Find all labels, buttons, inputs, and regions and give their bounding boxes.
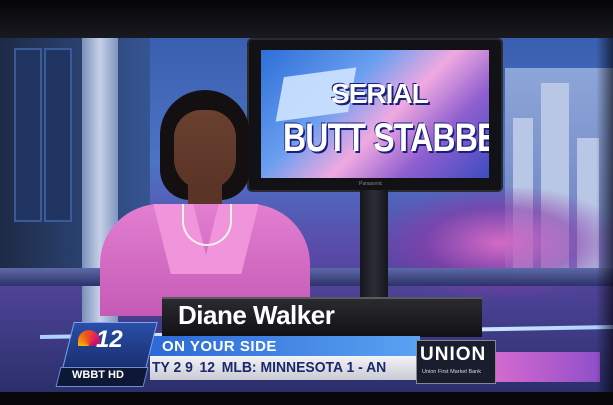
ticker-text-after-logo: MLB: MINNESOTA 1 - AN [221,359,387,376]
tv-photo: SERIAL BUTT STABBER Panasonic Diane Walk… [0,0,613,405]
tv-bezel-top [0,0,613,40]
wall-panel [14,48,42,222]
station-logo-number: 12 [96,326,123,353]
station-id: WBBT HD [72,369,124,381]
ticker-text-before-logo: TY 2 9 [152,359,193,376]
monitor-stand [360,190,388,300]
ticker-right-panel [494,352,600,382]
ticker-text: TY 2 9 12 MLB: MINNESOTA 1 - AN [152,359,396,377]
anchor-name: Diane Walker [178,300,335,330]
sponsor-subtitle: Union First Market Bank [422,369,481,375]
news-anchor [100,56,310,316]
tv-bezel-bottom [0,392,613,405]
monitor-brand-label: Panasonic [359,181,383,187]
monitor-headline-line1: SERIAL [331,78,429,109]
sponsor-name: UNION [420,344,487,365]
monitor-headline-line2: BUTT STABBER [283,116,489,160]
anchor-face [174,110,236,190]
wall-panel [44,48,72,222]
ticker-station-logo: 12 [199,359,216,376]
tagline: ON YOUR SIDE [162,338,277,355]
tv-right-shade [596,38,613,394]
